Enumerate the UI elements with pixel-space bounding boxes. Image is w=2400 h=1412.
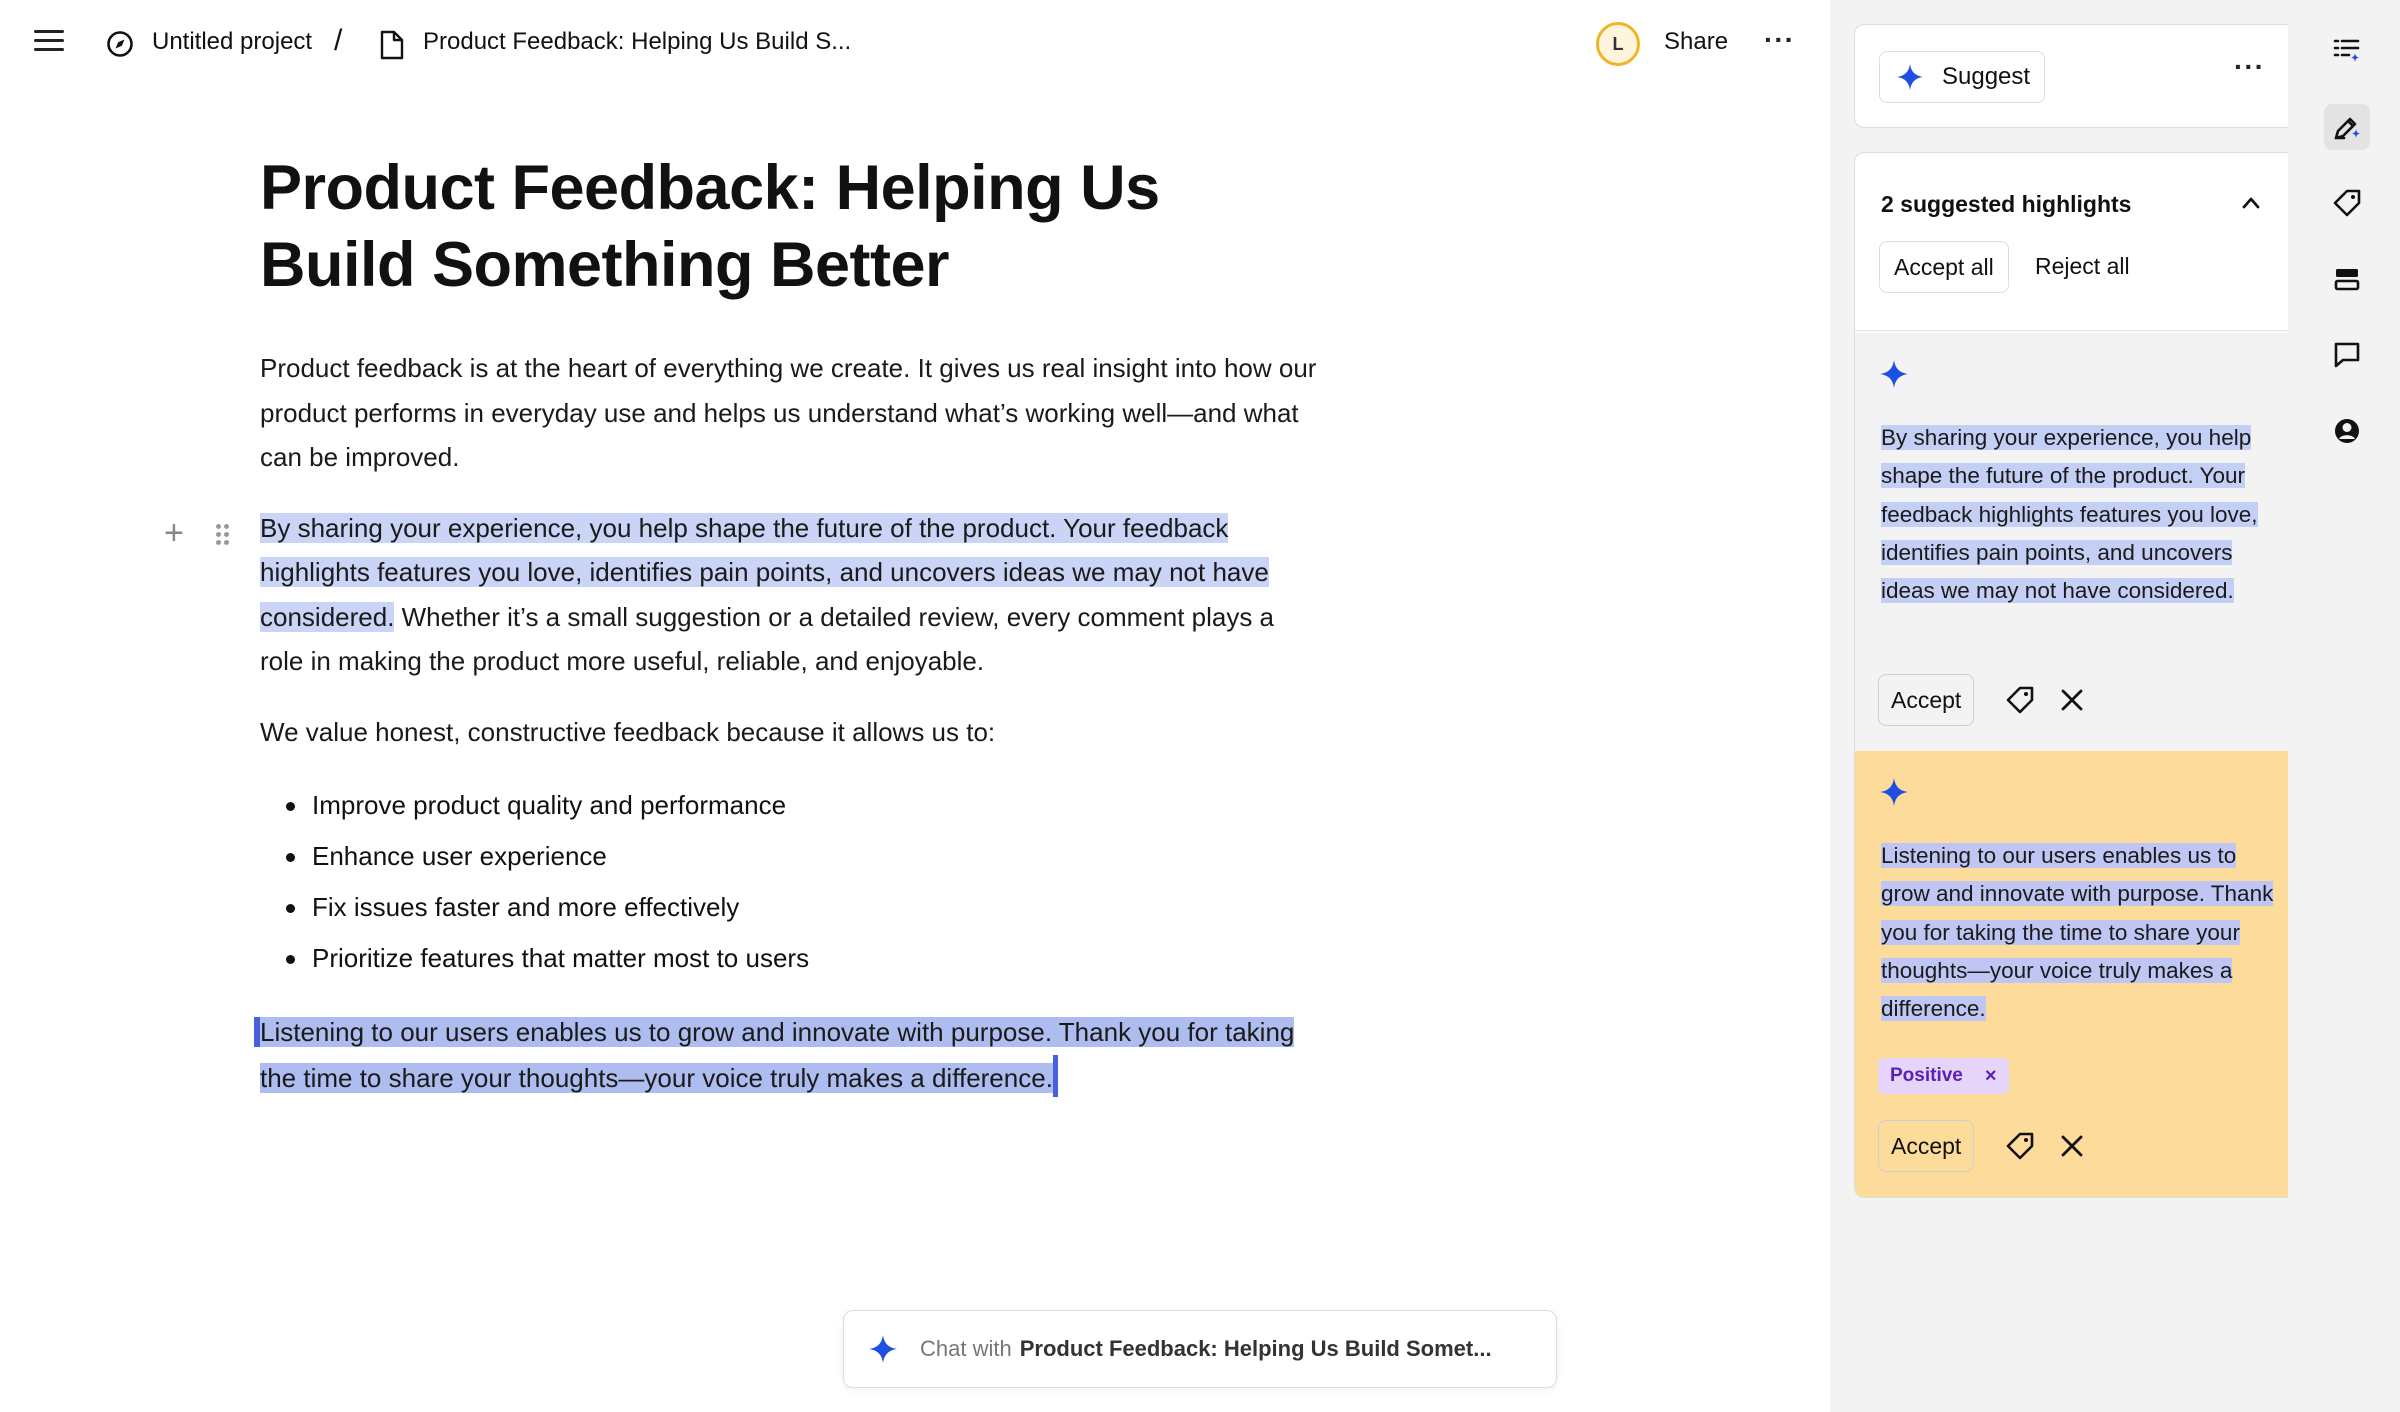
- list-item[interactable]: Prioritize features that matter most to …: [260, 933, 1320, 984]
- suggestion-text: By sharing your experience, you help sha…: [1881, 419, 2281, 610]
- suggestion-text-highlight: By sharing your experience, you help sha…: [1881, 425, 2258, 604]
- sparkle-icon: [869, 1335, 897, 1363]
- more-options-icon[interactable]: ···: [2234, 51, 2265, 83]
- share-button[interactable]: Share: [1664, 28, 1728, 56]
- suggestion-text: Listening to our users enables us to gro…: [1881, 837, 2281, 1028]
- tag-icon: [2333, 189, 2361, 217]
- breadcrumb-document[interactable]: Product Feedback: Helping Us Build S...: [423, 28, 851, 56]
- drag-handle-icon[interactable]: [216, 524, 230, 546]
- paragraph-sharing[interactable]: By sharing your experience, you help sha…: [260, 506, 1320, 684]
- text-cursor: [1052, 1054, 1058, 1097]
- outline-tool[interactable]: [2324, 28, 2370, 74]
- database-tool[interactable]: [2324, 256, 2370, 302]
- sparkle-icon: [1896, 63, 1924, 91]
- more-options-icon[interactable]: ···: [1764, 24, 1795, 56]
- profile-tool[interactable]: [2324, 408, 2370, 454]
- sparkle-icon: [1880, 360, 1908, 388]
- document-body: Product Feedback: Helping Us Build Somet…: [260, 150, 1320, 1126]
- close-icon[interactable]: [2058, 686, 2086, 714]
- list-item[interactable]: Improve product quality and performance: [260, 780, 1320, 831]
- tool-rail: [2288, 0, 2400, 1412]
- chat-input[interactable]: Chat with Product Feedback: Helping Us B…: [843, 1310, 1557, 1388]
- suggest-button[interactable]: Suggest: [1879, 51, 2046, 103]
- remove-tag-icon[interactable]: ×: [1985, 1065, 1997, 1088]
- accept-button[interactable]: Accept: [1878, 1120, 1975, 1172]
- menu-icon[interactable]: [34, 30, 64, 54]
- sentiment-tag: Positive ×: [1878, 1058, 2009, 1094]
- comments-tool[interactable]: [2324, 332, 2370, 378]
- breadcrumb-separator: /: [334, 24, 343, 57]
- suggest-card: Suggest ···: [1854, 24, 2302, 128]
- paragraph-sharing-rest: Whether it’s a small suggestion or a det…: [260, 601, 1275, 677]
- suggested-highlight-2[interactable]: Listening to our users enables us to gro…: [260, 1017, 1295, 1093]
- list-sparkle-icon: [2333, 39, 2360, 62]
- highlighter-sparkle-icon: [2334, 117, 2361, 140]
- chat-prefix: Chat with: [920, 1336, 1012, 1361]
- paragraph-value[interactable]: We value honest, constructive feedback b…: [260, 710, 1320, 755]
- compass-icon: [107, 31, 133, 57]
- close-icon[interactable]: [2058, 1132, 2086, 1160]
- list-item[interactable]: Enhance user experience: [260, 831, 1320, 882]
- suggest-label: Suggest: [1942, 63, 2031, 90]
- accept-all-button[interactable]: Accept all: [1879, 241, 2009, 293]
- accept-button[interactable]: Accept: [1878, 674, 1975, 726]
- avatar[interactable]: L: [1596, 22, 1640, 66]
- block-handles: +: [164, 516, 244, 552]
- sparkle-icon: [1880, 778, 1908, 806]
- suggestion-count: 2 suggested highlights: [1881, 191, 2132, 217]
- breadcrumb-project[interactable]: Untitled project: [152, 28, 312, 56]
- tags-tool[interactable]: [2324, 180, 2370, 226]
- stack-icon: [2334, 269, 2360, 291]
- chat-document-name: Product Feedback: Helping Us Build Somet…: [1019, 1336, 1492, 1361]
- tag-label: Positive: [1890, 1065, 1963, 1086]
- suggestions-header: 2 suggested highlights Accept all Reject…: [1855, 153, 2301, 331]
- document-icon: [380, 30, 404, 60]
- highlight-tool[interactable]: [2324, 104, 2370, 150]
- paragraph-closing[interactable]: Listening to our users enables us to gro…: [260, 1010, 1320, 1100]
- suggestions-panel: Suggest ··· 2 suggested highlights Accep…: [1830, 0, 2302, 1412]
- top-bar: Untitled project / Product Feedback: Hel…: [0, 0, 1830, 88]
- comment-icon: [2334, 342, 2360, 368]
- document-title[interactable]: Product Feedback: Helping Us Build Somet…: [260, 150, 1320, 304]
- tag-icon[interactable]: [2004, 1130, 2036, 1162]
- add-block-icon[interactable]: +: [164, 516, 184, 550]
- tag-icon[interactable]: [2004, 684, 2036, 716]
- paragraph-intro[interactable]: Product feedback is at the heart of ever…: [260, 346, 1320, 480]
- user-circle-icon: [2335, 419, 2359, 443]
- suggestion-text-highlight: Listening to our users enables us to gro…: [1881, 843, 2274, 1022]
- bullet-list: Improve product quality and performance …: [260, 780, 1320, 984]
- reject-all-button[interactable]: Reject all: [2035, 253, 2130, 280]
- chevron-up-icon[interactable]: [2241, 193, 2261, 213]
- list-item[interactable]: Fix issues faster and more effectively: [260, 882, 1320, 933]
